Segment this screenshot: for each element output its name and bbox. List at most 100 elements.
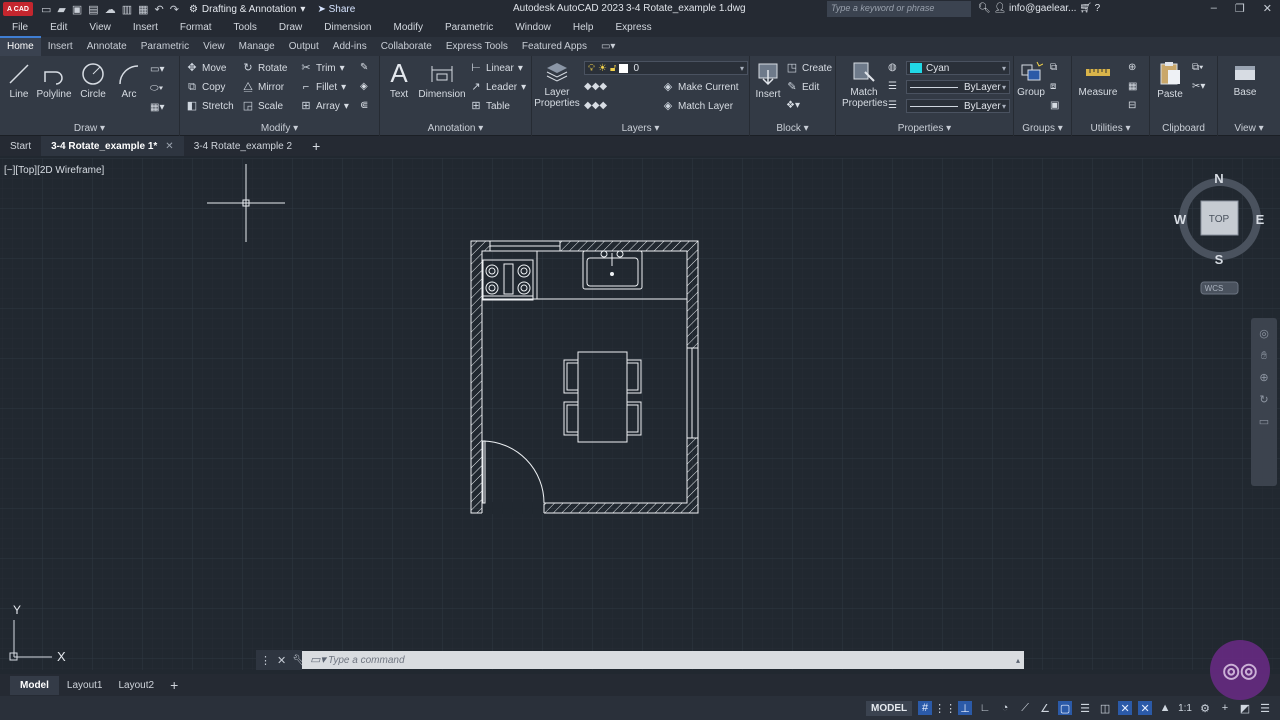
group-select-icon[interactable]: ▣ bbox=[1050, 100, 1059, 111]
copy-clip-icon[interactable]: ⧉▾ bbox=[1192, 62, 1203, 73]
zoom-icon[interactable]: ⊕ bbox=[1258, 372, 1270, 384]
print-icon[interactable]: ▦ bbox=[138, 3, 148, 16]
auto-scale-icon[interactable]: ✕ bbox=[1138, 701, 1153, 715]
steering-wheel-icon[interactable]: ◎ bbox=[1258, 328, 1270, 340]
array-tool[interactable]: ⊞ Array ▾ bbox=[300, 100, 349, 112]
menu-dimension[interactable]: Dimension bbox=[313, 22, 382, 33]
workspace-switch-icon[interactable]: ⚙ bbox=[1198, 701, 1212, 715]
tab-express-tools[interactable]: Express Tools bbox=[439, 38, 515, 56]
model-space-toggle[interactable]: MODEL bbox=[865, 700, 913, 716]
annotation-scale-value[interactable]: 1:1 bbox=[1178, 703, 1192, 714]
layer-properties-tool[interactable]: Layer Properties bbox=[534, 60, 580, 109]
web-icon[interactable]: ▥ bbox=[122, 3, 132, 16]
ortho-icon[interactable]: ∟ bbox=[978, 701, 992, 715]
arc-tool[interactable]: Arc bbox=[115, 62, 143, 100]
tab-file-1[interactable]: 3-4 Rotate_example 1* ✕ bbox=[41, 136, 184, 156]
modify-panel-title[interactable]: Modify ▾ bbox=[180, 123, 379, 134]
group-tool[interactable]: Group bbox=[1016, 60, 1046, 98]
linear-tool[interactable]: ⊢ Linear ▾ bbox=[470, 62, 523, 74]
tab-home[interactable]: Home bbox=[0, 36, 41, 56]
utilities-panel-title[interactable]: Utilities ▾ bbox=[1072, 123, 1149, 134]
menu-insert[interactable]: Insert bbox=[122, 22, 169, 33]
restore-icon[interactable]: ❐ bbox=[1235, 2, 1245, 15]
undo-icon[interactable]: ↶ bbox=[155, 3, 164, 16]
tab-add-ins[interactable]: Add-ins bbox=[326, 38, 374, 56]
redo-icon[interactable]: ↷ bbox=[170, 3, 179, 16]
cut-icon[interactable]: ✂▾ bbox=[1192, 81, 1205, 92]
menu-file[interactable]: File bbox=[0, 22, 39, 33]
groups-panel-title[interactable]: Groups ▾ bbox=[1014, 123, 1071, 134]
menu-draw[interactable]: Draw bbox=[268, 22, 313, 33]
menu-edit[interactable]: Edit bbox=[39, 22, 78, 33]
color-dropdown[interactable]: Cyan ▾ bbox=[906, 61, 1010, 75]
user-account[interactable]: 🔍︎ 👤︎ info@gaelear... 🛒︎ ? bbox=[978, 3, 1100, 14]
layers-panel-title[interactable]: Layers ▾ bbox=[532, 123, 749, 134]
grid-icon[interactable]: # bbox=[918, 701, 933, 715]
ellipse-icon[interactable]: ⬭▾ bbox=[150, 83, 163, 94]
edit-block-tool[interactable]: ✎ Edit bbox=[786, 81, 819, 93]
linetype-icon[interactable]: ☰ bbox=[888, 100, 897, 111]
offset-icon[interactable]: ⋐ bbox=[360, 100, 368, 111]
model-viewport[interactable]: X Y TOP N S E W WCS [−][Top][2D Wirefram… bbox=[0, 158, 1280, 670]
tab-layout1[interactable]: Layout1 bbox=[59, 680, 111, 691]
viewport-controls-label[interactable]: [−][Top][2D Wireframe] bbox=[4, 165, 104, 176]
object-snap-icon[interactable]: ▢ bbox=[1058, 701, 1073, 715]
tab-start[interactable]: Start bbox=[0, 136, 41, 156]
pan-icon[interactable]: ✋︎ bbox=[1258, 350, 1270, 362]
snap-icon[interactable]: ⋮⋮ bbox=[934, 701, 956, 715]
object-snap-tracking-icon[interactable]: ∠ bbox=[1038, 701, 1052, 715]
workspace-dropdown[interactable]: ⚙ Drafting & Annotation ▾ bbox=[189, 4, 306, 15]
tab-annotate[interactable]: Annotate bbox=[80, 38, 134, 56]
compass-w[interactable]: W bbox=[1174, 212, 1187, 227]
isodraft-icon[interactable]: ⟋ bbox=[1018, 701, 1032, 715]
move-tool[interactable]: ✥ Move bbox=[186, 62, 226, 74]
layer-dropdown[interactable]: 💡︎ ☀ 🔓︎ 0 ▾ bbox=[584, 61, 748, 75]
layer-isolate-icon[interactable]: ◆◆◆ bbox=[584, 100, 607, 111]
measure-tool[interactable]: Measure bbox=[1078, 60, 1118, 98]
menu-express[interactable]: Express bbox=[604, 22, 662, 33]
tab-insert[interactable]: Insert bbox=[41, 38, 80, 56]
lineweight-icon[interactable]: ☰ bbox=[888, 81, 897, 92]
rectangle-icon[interactable]: ▭▾ bbox=[150, 64, 164, 75]
group-edit-icon[interactable]: ⧈ bbox=[1050, 81, 1056, 92]
insert-block-tool[interactable]: Insert bbox=[752, 60, 784, 100]
compass-n[interactable]: N bbox=[1214, 171, 1223, 186]
block-attributes-icon[interactable]: ❖▾ bbox=[786, 100, 800, 111]
customize-icon[interactable]: ☰ bbox=[1258, 701, 1272, 715]
linetype-dropdown[interactable]: ByLayer ▾ bbox=[906, 99, 1010, 113]
isolate-objects-icon[interactable]: ◩ bbox=[1238, 701, 1252, 715]
block-panel-title[interactable]: Block ▾ bbox=[750, 123, 835, 134]
text-tool[interactable]: A Text bbox=[386, 60, 412, 100]
infer-constraints-icon[interactable]: ⊥ bbox=[958, 701, 973, 715]
annotation-visibility-icon[interactable]: ✕ bbox=[1118, 701, 1133, 715]
grip-icon[interactable]: ⋮ bbox=[260, 654, 271, 667]
save-icon[interactable]: ▣ bbox=[72, 3, 82, 16]
match-layer-tool[interactable]: ◈ Match Layer bbox=[662, 100, 733, 112]
annotation-scale-icon[interactable]: ▲ bbox=[1158, 701, 1172, 715]
menu-modify[interactable]: Modify bbox=[383, 22, 434, 33]
compass-s[interactable]: S bbox=[1215, 252, 1224, 267]
lineweight-dropdown[interactable]: ByLayer ▾ bbox=[906, 80, 1010, 94]
help-icon[interactable]: ? bbox=[1095, 3, 1101, 14]
id-point-icon[interactable]: ⊟ bbox=[1128, 100, 1136, 111]
mirror-tool[interactable]: ⧋ Mirror bbox=[242, 81, 284, 93]
new-file-icon[interactable]: ▭ bbox=[41, 3, 51, 16]
scale-tool[interactable]: ◲ Scale bbox=[242, 100, 283, 112]
add-tab-button[interactable]: + bbox=[302, 138, 330, 154]
tab-layout2[interactable]: Layout2 bbox=[110, 680, 162, 691]
lineweight-display-icon[interactable]: ☰ bbox=[1078, 701, 1092, 715]
leader-tool[interactable]: ↗ Leader ▾ bbox=[470, 81, 526, 93]
open-folder-icon[interactable]: ▰ bbox=[57, 3, 65, 16]
dimension-tool[interactable]: Dimension bbox=[418, 62, 466, 100]
circle-tool[interactable]: Circle bbox=[78, 62, 108, 100]
tab-manage[interactable]: Manage bbox=[232, 38, 282, 56]
orbit-icon[interactable]: ↻ bbox=[1258, 394, 1270, 406]
line-tool[interactable]: Line bbox=[6, 62, 32, 100]
compass-e[interactable]: E bbox=[1256, 212, 1265, 227]
tab-model[interactable]: Model bbox=[10, 675, 59, 695]
close-icon[interactable]: ✕ bbox=[165, 141, 173, 152]
minimize-icon[interactable]: – bbox=[1211, 2, 1217, 15]
menu-format[interactable]: Format bbox=[169, 22, 223, 33]
plus-icon[interactable]: + bbox=[1218, 701, 1232, 715]
menu-tools[interactable]: Tools bbox=[223, 22, 268, 33]
